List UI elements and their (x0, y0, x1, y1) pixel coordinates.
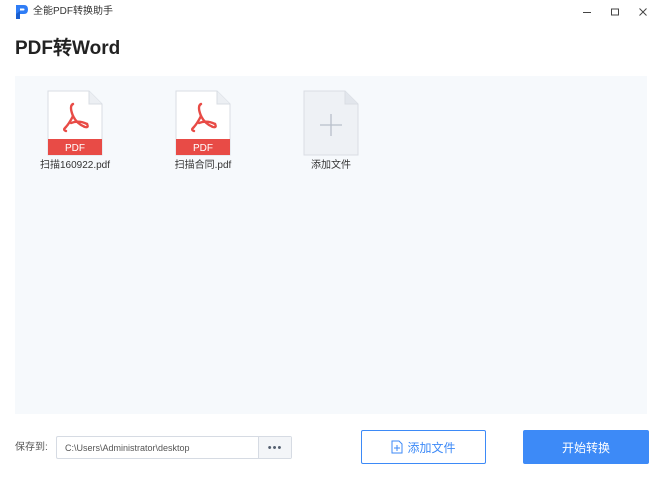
add-file-icon (391, 440, 403, 454)
start-convert-label: 开始转换 (561, 440, 610, 455)
add-file-button-label: 添加文件 (407, 440, 456, 455)
add-file-label: 添加文件 (311, 160, 351, 171)
save-path-input[interactable] (57, 437, 259, 458)
pdf-file-icon: PDF (175, 90, 231, 156)
start-convert-button[interactable]: 开始转换 (523, 430, 649, 464)
maximize-icon (611, 8, 619, 16)
app-title: 全能PDF转换助手 (33, 6, 113, 17)
page-title: PDF转Word (15, 38, 121, 59)
pdf-badge: PDF (65, 143, 85, 154)
save-to-label: 保存到: (15, 442, 48, 453)
maximize-button[interactable] (603, 2, 627, 22)
file-item[interactable]: PDF 扫描合同.pdf (153, 90, 253, 180)
save-path-box: ••• (56, 436, 292, 459)
app-window: 全能PDF转换助手 PDF转Word PDF 扫描160922.pdf PDF … (0, 0, 664, 479)
close-icon (639, 8, 647, 16)
file-name: 扫描合同.pdf (174, 160, 232, 171)
app-logo (16, 5, 28, 19)
file-list-area[interactable]: PDF 扫描160922.pdf PDF 扫描合同.pdf 添加文件 (15, 76, 647, 414)
file-item[interactable]: PDF 扫描160922.pdf (25, 90, 125, 180)
browse-button[interactable]: ••• (258, 437, 291, 458)
minimize-button[interactable] (575, 2, 599, 22)
add-file-tile[interactable]: 添加文件 (281, 90, 381, 180)
pdf-file-icon: PDF (47, 90, 103, 156)
blank-file-icon (303, 90, 359, 156)
pdf-badge: PDF (193, 143, 213, 154)
title-bar: 全能PDF转换助手 (0, 0, 664, 24)
add-file-button[interactable]: 添加文件 (361, 430, 486, 464)
more-dots-icon: ••• (267, 441, 283, 454)
minimize-icon (583, 12, 591, 13)
file-name: 扫描160922.pdf (39, 160, 111, 171)
close-button[interactable] (631, 2, 655, 22)
